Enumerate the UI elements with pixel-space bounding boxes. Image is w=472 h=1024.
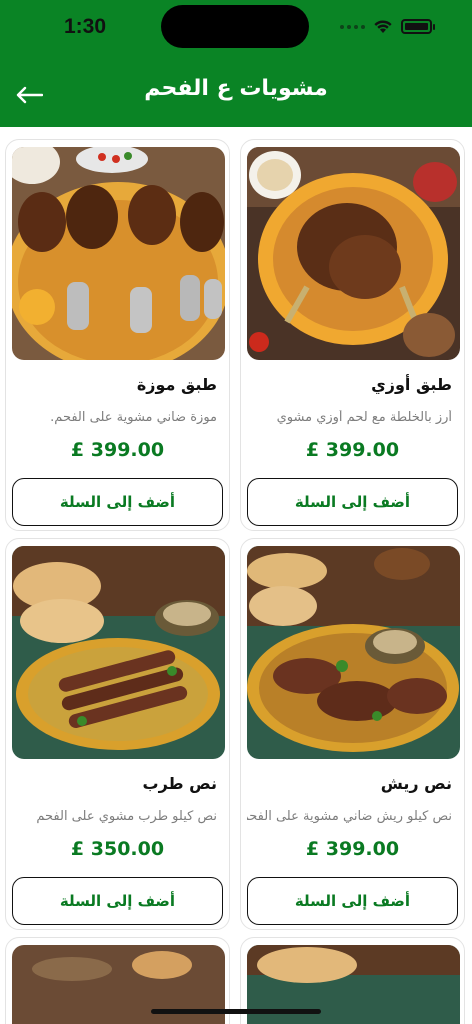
back-button[interactable] xyxy=(12,80,46,110)
arrow-left-icon xyxy=(16,86,43,104)
status-time: 1:30 xyxy=(64,15,107,38)
product-image-ribs xyxy=(247,546,460,759)
add-to-cart-button[interactable]: أضف إلى السلة xyxy=(247,478,458,526)
product-card: نص ريش نص كيلو ريش ضاني مشوية على الفحم … xyxy=(240,538,465,930)
product-price: £ 399.00 xyxy=(70,439,165,461)
product-name: طبق أوزي xyxy=(371,375,452,394)
app-header: 1:30 مشويات ع الفحم xyxy=(0,0,472,127)
dynamic-island xyxy=(161,5,309,48)
product-image-tarb xyxy=(12,546,225,759)
product-card: نص طرب نص كيلو طرب مشوي على الفحم £ 350.… xyxy=(5,538,230,930)
status-icons xyxy=(340,19,435,34)
product-name: نص ريش xyxy=(380,774,452,793)
cellular-signal-icon xyxy=(340,24,365,29)
add-to-cart-button[interactable]: أضف إلى السلة xyxy=(12,478,223,526)
product-price: £ 399.00 xyxy=(305,838,400,860)
product-name: طبق موزة xyxy=(136,375,217,394)
product-name: نص طرب xyxy=(142,774,217,793)
product-description: أرز بالخلطة مع لحم أوزي مشوي xyxy=(276,410,452,425)
home-indicator[interactable] xyxy=(151,1009,321,1014)
product-price: £ 399.00 xyxy=(305,439,400,461)
wifi-icon xyxy=(374,20,392,33)
screen: 1:30 مشويات ع الفحم طبق أوزي أرز بالخلطة… xyxy=(0,0,472,1024)
product-card: طبق أوزي أرز بالخلطة مع لحم أوزي مشوي £ … xyxy=(240,139,465,531)
add-to-cart-button[interactable]: أضف إلى السلة xyxy=(247,877,458,925)
add-to-cart-button[interactable]: أضف إلى السلة xyxy=(12,877,223,925)
product-grid: طبق أوزي أرز بالخلطة مع لحم أوزي مشوي £ … xyxy=(0,127,472,1024)
product-description: نص كيلو طرب مشوي على الفحم xyxy=(36,809,217,824)
battery-icon xyxy=(401,19,435,34)
product-image-ouzi xyxy=(247,147,460,360)
product-description: موزة ضاني مشوية على الفحم. xyxy=(50,410,217,425)
product-price: £ 350.00 xyxy=(70,838,165,860)
product-card: طبق موزة موزة ضاني مشوية على الفحم. £ 39… xyxy=(5,139,230,531)
product-description: نص كيلو ريش ضاني مشوية على الفحم xyxy=(247,809,452,824)
page-title: مشويات ع الفحم xyxy=(144,76,328,101)
product-image-mozza xyxy=(12,147,225,360)
